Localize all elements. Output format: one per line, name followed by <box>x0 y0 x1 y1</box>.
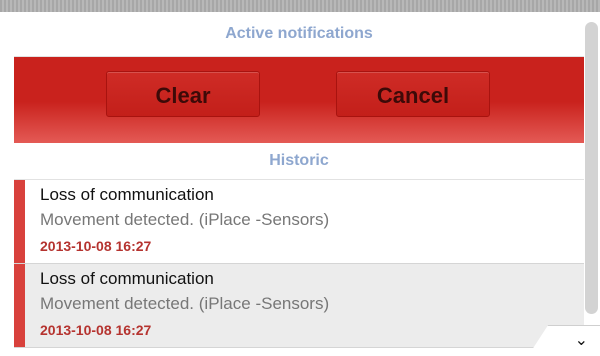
cancel-button[interactable]: Cancel <box>336 71 490 117</box>
notification-timestamp: 2013-10-08 16:27 <box>40 322 152 338</box>
list-item[interactable]: Loss of communication Movement detected.… <box>14 264 584 348</box>
notifications-panel: Active notifications Clear Cancel Histor… <box>14 12 584 356</box>
notification-timestamp: 2013-10-08 16:27 <box>40 238 152 254</box>
notification-title: Loss of communication <box>40 269 214 288</box>
chevron-down-icon: ⌄ <box>574 330 588 349</box>
action-bar: Clear Cancel <box>14 57 584 143</box>
notification-description: Movement detected. (iPlace -Sensors) <box>40 210 330 229</box>
severity-indicator <box>14 264 25 347</box>
list-item[interactable]: Loss of communication Movement detected.… <box>14 180 584 264</box>
clear-button[interactable]: Clear <box>106 71 260 117</box>
historic-header: Historic <box>14 143 584 180</box>
vertical-scrollbar[interactable] <box>585 22 598 314</box>
notification-title: Loss of communication <box>40 185 214 204</box>
window-top-strip <box>0 0 600 12</box>
notification-description: Movement detected. (iPlace -Sensors) <box>40 294 330 313</box>
severity-indicator <box>14 180 25 263</box>
notifications-window: Active notifications Clear Cancel Histor… <box>0 0 600 356</box>
active-notifications-header: Active notifications <box>14 12 584 57</box>
